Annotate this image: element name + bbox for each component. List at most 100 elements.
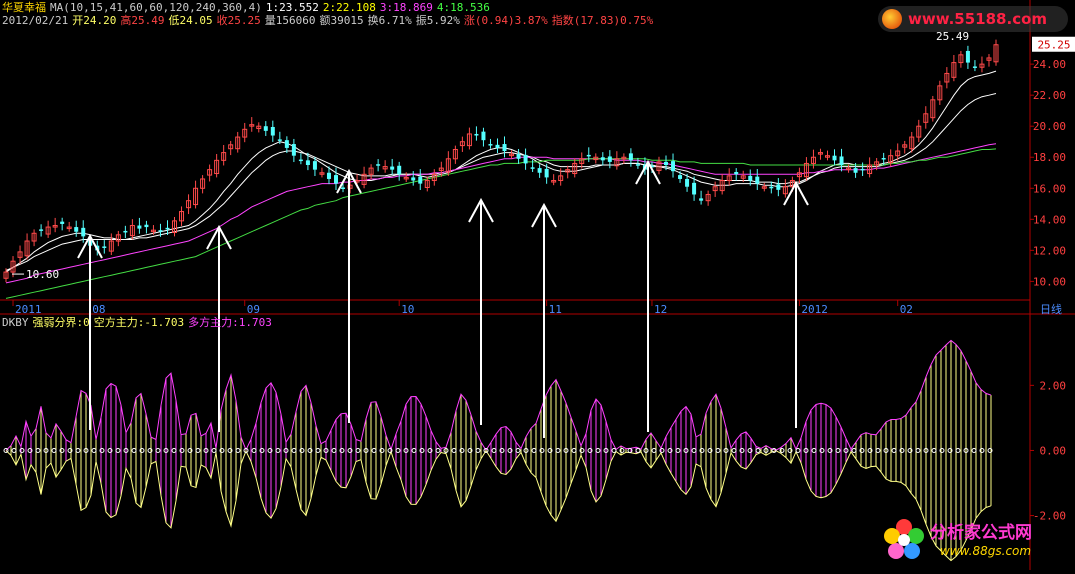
candle-body <box>972 66 977 68</box>
candle-body <box>635 164 640 166</box>
period-label: 日线 <box>1040 302 1062 316</box>
candle-body <box>74 227 79 232</box>
candle-body <box>530 167 535 169</box>
date-tick-label: 2012 <box>801 303 828 316</box>
ma-header: 华夏幸福 MA(10,15,41,60,60,120,240,360,4) 1:23… <box>2 1 494 14</box>
candle-body <box>397 165 402 175</box>
flower-logo-icon <box>884 519 924 559</box>
zero-line-marker <box>515 447 521 453</box>
date-tick-label: 10 <box>401 303 414 316</box>
quote-amount: 额39015 <box>319 14 364 27</box>
price-tick-label: 16.00 <box>1033 182 1066 195</box>
zero-line-marker <box>475 447 481 453</box>
candle-body <box>692 182 697 195</box>
ma1-value: 1:23.552 <box>265 1 319 14</box>
zero-line-marker <box>451 447 457 453</box>
zero-line-marker <box>331 447 337 453</box>
zero-line-marker <box>11 447 17 453</box>
date-tick-label: 02 <box>900 303 913 316</box>
zero-line-marker <box>355 447 361 453</box>
price-tick-label: 12.00 <box>1033 244 1066 257</box>
zero-line-marker <box>291 447 297 453</box>
zero-line-marker <box>915 447 921 453</box>
watermark-top: www.55188.com <box>878 6 1068 32</box>
candle-body <box>776 184 781 190</box>
candle-body <box>123 230 128 233</box>
zero-line-marker <box>91 447 97 453</box>
osc-tick-label: 2.00 <box>1040 379 1067 392</box>
ma-line-2 <box>5 93 997 271</box>
candle-body <box>418 176 423 184</box>
candle-body <box>628 153 633 161</box>
candle-body <box>481 131 486 141</box>
candle-body <box>832 155 837 161</box>
osc-lower-outline <box>5 449 992 562</box>
quote-volume: 量156060 <box>264 14 316 27</box>
candle-body <box>881 158 886 160</box>
zero-line-marker <box>891 447 897 453</box>
zero-line-marker <box>275 447 281 453</box>
zero-line-marker <box>155 447 161 453</box>
zero-line-marker <box>971 447 977 453</box>
candle-body <box>544 168 549 178</box>
candle-body <box>586 154 591 157</box>
ma-line-1 <box>5 70 997 273</box>
date-tick-label: 09 <box>247 303 260 316</box>
zero-line-marker <box>931 447 937 453</box>
zero-line-marker <box>531 447 537 453</box>
candle-body <box>748 175 753 181</box>
zero-line-marker <box>675 447 681 453</box>
candle-body <box>60 221 65 224</box>
candle-body <box>853 168 858 173</box>
candle-body <box>277 139 282 141</box>
zero-line-marker <box>171 447 177 453</box>
zero-line-marker <box>315 447 321 453</box>
zero-line-marker <box>395 447 401 453</box>
low-price-label: 10.60 <box>26 268 59 281</box>
price-tick-label: 14.00 <box>1033 213 1066 226</box>
candle-body <box>305 160 310 165</box>
zero-line-marker <box>635 447 641 453</box>
last-price-label: 25.25 <box>1037 39 1070 52</box>
quote-low: 低24.05 <box>168 14 213 27</box>
candle-body <box>144 224 149 228</box>
candle-body <box>671 161 676 172</box>
candle-body <box>523 154 528 164</box>
candle-body <box>376 164 381 166</box>
zero-line-marker <box>555 447 561 453</box>
watermark-bottom-url: www.88gs.com <box>940 544 1032 558</box>
quote-change: 涨(0.94)3.87% <box>463 14 548 27</box>
zero-line-marker <box>35 447 41 453</box>
candle-body <box>965 50 970 63</box>
candle-body <box>137 225 142 229</box>
price-tick-label: 24.00 <box>1033 58 1066 71</box>
ma3-value: 3:18.869 <box>379 1 433 14</box>
date-tick-label: 08 <box>92 303 105 316</box>
candle-body <box>755 176 760 184</box>
candle-body <box>495 144 500 148</box>
zero-line-marker <box>251 447 257 453</box>
zero-line-marker <box>211 447 217 453</box>
candle-body <box>516 154 521 159</box>
ma-line-4 <box>5 148 997 299</box>
osc-upper-outline <box>5 339 992 452</box>
zero-line-marker <box>835 447 841 453</box>
stock-name: 华夏幸福 <box>2 1 46 14</box>
candle-body <box>685 178 690 187</box>
quote-index: 指数(17.83)0.75% <box>551 14 654 27</box>
candle-body <box>839 156 844 165</box>
zero-line-marker <box>435 447 441 453</box>
ma2-value: 2:22.108 <box>322 1 376 14</box>
zero-line-marker <box>51 447 57 453</box>
zero-line-marker <box>371 447 377 453</box>
watermark-bottom-name: 分析家公式网 <box>930 523 1032 543</box>
date-tick-label: 2011 <box>15 303 42 316</box>
candle-body <box>860 168 865 171</box>
zero-line-marker <box>955 447 961 453</box>
candle-body <box>664 161 668 165</box>
candle-body <box>298 159 303 162</box>
indicator-bear: 空方主力:-1.703 <box>93 316 185 329</box>
quote-open: 开24.20 <box>72 14 117 27</box>
quote-amplitude: 振5.92% <box>415 14 460 27</box>
zero-line-marker <box>131 447 137 453</box>
